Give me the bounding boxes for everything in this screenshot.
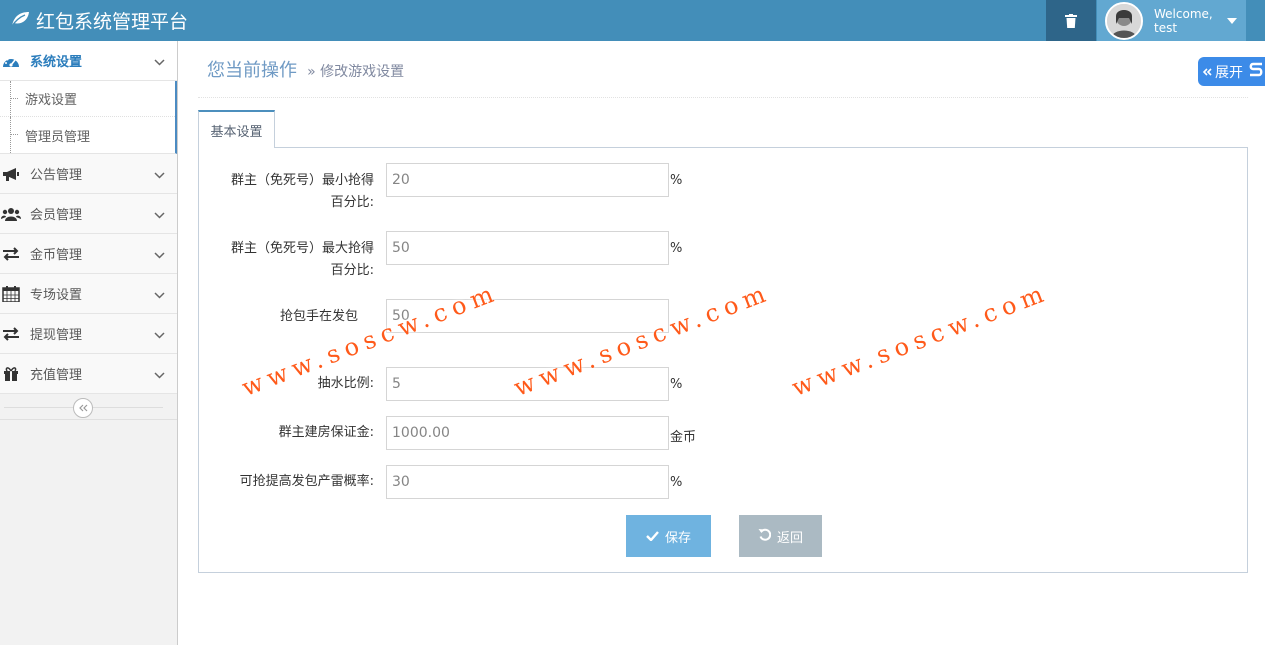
tab-panel: 群主（免死号）最小抢得 百分比: % 群主（免死号）最大抢得 百分比: % 抢包… bbox=[198, 147, 1248, 573]
sidebar-item-special-sessions[interactable]: 专场设置 bbox=[0, 274, 177, 314]
mine-probability-input[interactable] bbox=[386, 465, 669, 499]
field-label: 群主建房保证金: bbox=[278, 425, 374, 440]
bullhorn-icon bbox=[1, 167, 21, 181]
sidebar-item-label: 充值管理 bbox=[30, 368, 83, 383]
chevron-down-icon bbox=[154, 288, 165, 303]
sidebar-item-label: 专场设置 bbox=[30, 288, 83, 303]
field-label-line: 百分比: bbox=[330, 195, 374, 210]
field-label: 群主（免死号）最小抢得 百分比: bbox=[214, 170, 374, 214]
sidebar-subitem-admin-management[interactable]: 管理员管理 bbox=[0, 117, 175, 153]
leaf-icon bbox=[10, 10, 30, 32]
gift-icon bbox=[1, 366, 21, 381]
avatar bbox=[1105, 1, 1143, 40]
field-label-line: 百分比: bbox=[330, 263, 374, 278]
welcome-text: Welcome, bbox=[1154, 6, 1213, 21]
sidebar-collapse-button[interactable] bbox=[73, 398, 93, 418]
sidebar-item-label: 公告管理 bbox=[30, 168, 83, 183]
sidebar-collapse-row bbox=[0, 394, 177, 420]
user-info: Welcome, test bbox=[1154, 7, 1213, 35]
field-label-line: 抢包手在发包 bbox=[279, 309, 358, 324]
double-chevron-left-icon bbox=[79, 404, 88, 412]
user-name: test bbox=[1154, 20, 1178, 35]
chevron-down-icon bbox=[154, 168, 165, 183]
field-label: 抢包手在发包 bbox=[214, 306, 374, 328]
double-chevron-left-icon bbox=[1202, 67, 1212, 76]
sidebar-item-label: 提现管理 bbox=[30, 328, 83, 343]
save-label: 保存 bbox=[664, 529, 691, 545]
submenu-system-settings: 游戏设置 管理员管理 bbox=[0, 81, 177, 154]
page-title: 您当前操作 bbox=[207, 60, 297, 81]
sidebar-item-recharge[interactable]: 充值管理 bbox=[0, 354, 177, 394]
field-label: 抽水比例: bbox=[317, 376, 374, 391]
field-label: 群主（免死号）最大抢得 百分比: bbox=[214, 238, 374, 282]
expand-label: 展开 bbox=[1215, 64, 1243, 81]
save-button[interactable]: 保存 bbox=[626, 515, 711, 557]
field-unit: % bbox=[670, 173, 683, 188]
exchange-icon bbox=[1, 246, 21, 261]
header-divider bbox=[198, 97, 1248, 98]
sidebar-item-system-settings[interactable]: 系统设置 bbox=[0, 41, 177, 81]
trash-icon bbox=[1065, 13, 1077, 28]
exchange-icon bbox=[1, 326, 21, 341]
page-header: 您当前操作 » 修改游戏设置 bbox=[207, 56, 404, 96]
tab-basic-settings[interactable]: 基本设置 bbox=[198, 110, 275, 148]
app-title: 红包系统管理平台 bbox=[36, 11, 189, 33]
sidebar-item-label: 系统设置 bbox=[30, 55, 83, 70]
user-menu[interactable]: Welcome, test bbox=[1097, 0, 1246, 41]
field-label-line: 群主（免死号）最小抢得 bbox=[230, 173, 374, 188]
check-icon bbox=[646, 529, 659, 544]
chevron-down-icon bbox=[154, 248, 165, 263]
sidebar-item-withdrawals[interactable]: 提现管理 bbox=[0, 314, 177, 354]
deposit-input[interactable] bbox=[386, 416, 669, 450]
chevron-down-icon bbox=[154, 328, 165, 343]
breadcrumb: » 修改游戏设置 bbox=[307, 64, 405, 80]
expand-button[interactable]: 展开 bbox=[1198, 57, 1265, 86]
trash-button[interactable] bbox=[1046, 0, 1096, 41]
sidebar-item-members[interactable]: 会员管理 bbox=[0, 194, 177, 234]
sidebar: 系统设置 游戏设置 管理员管理 公告管理 会员管理 金币管理 专场设置 提现管理… bbox=[0, 41, 178, 645]
field-unit: % bbox=[670, 475, 683, 490]
sidebar-subitem-game-settings[interactable]: 游戏设置 bbox=[0, 81, 175, 117]
sidebar-item-label: 会员管理 bbox=[30, 208, 83, 223]
back-label: 返回 bbox=[776, 529, 803, 545]
field-label: 可抢提高发包产雷概率: bbox=[239, 474, 374, 489]
min-percent-input[interactable] bbox=[386, 163, 669, 197]
logo-icon bbox=[1247, 61, 1265, 83]
chevron-down-icon bbox=[154, 368, 165, 383]
sidebar-item-label: 金币管理 bbox=[30, 248, 83, 263]
undo-icon bbox=[758, 528, 772, 544]
max-percent-input[interactable] bbox=[386, 231, 669, 265]
navbar: 红包系统管理平台 Welcome, test bbox=[0, 0, 1265, 41]
field-label-line: 群主（免死号）最大抢得 bbox=[230, 241, 374, 256]
field-unit: % bbox=[670, 377, 683, 392]
dashboard-icon bbox=[1, 54, 21, 68]
back-button[interactable]: 返回 bbox=[739, 515, 822, 557]
calendar-icon bbox=[1, 285, 21, 302]
caret-down-icon bbox=[1226, 17, 1237, 24]
chevron-down-icon bbox=[154, 208, 165, 223]
sidebar-item-gold-coins[interactable]: 金币管理 bbox=[0, 234, 177, 274]
field-unit: % bbox=[670, 241, 683, 256]
users-icon bbox=[1, 207, 21, 221]
brand[interactable]: 红包系统管理平台 bbox=[10, 0, 188, 41]
field-unit: 金币 bbox=[670, 430, 697, 445]
sidebar-item-announcements[interactable]: 公告管理 bbox=[0, 154, 177, 194]
grabber-input[interactable] bbox=[386, 299, 669, 333]
commission-input[interactable] bbox=[386, 367, 669, 401]
chevron-down-icon bbox=[154, 55, 165, 70]
